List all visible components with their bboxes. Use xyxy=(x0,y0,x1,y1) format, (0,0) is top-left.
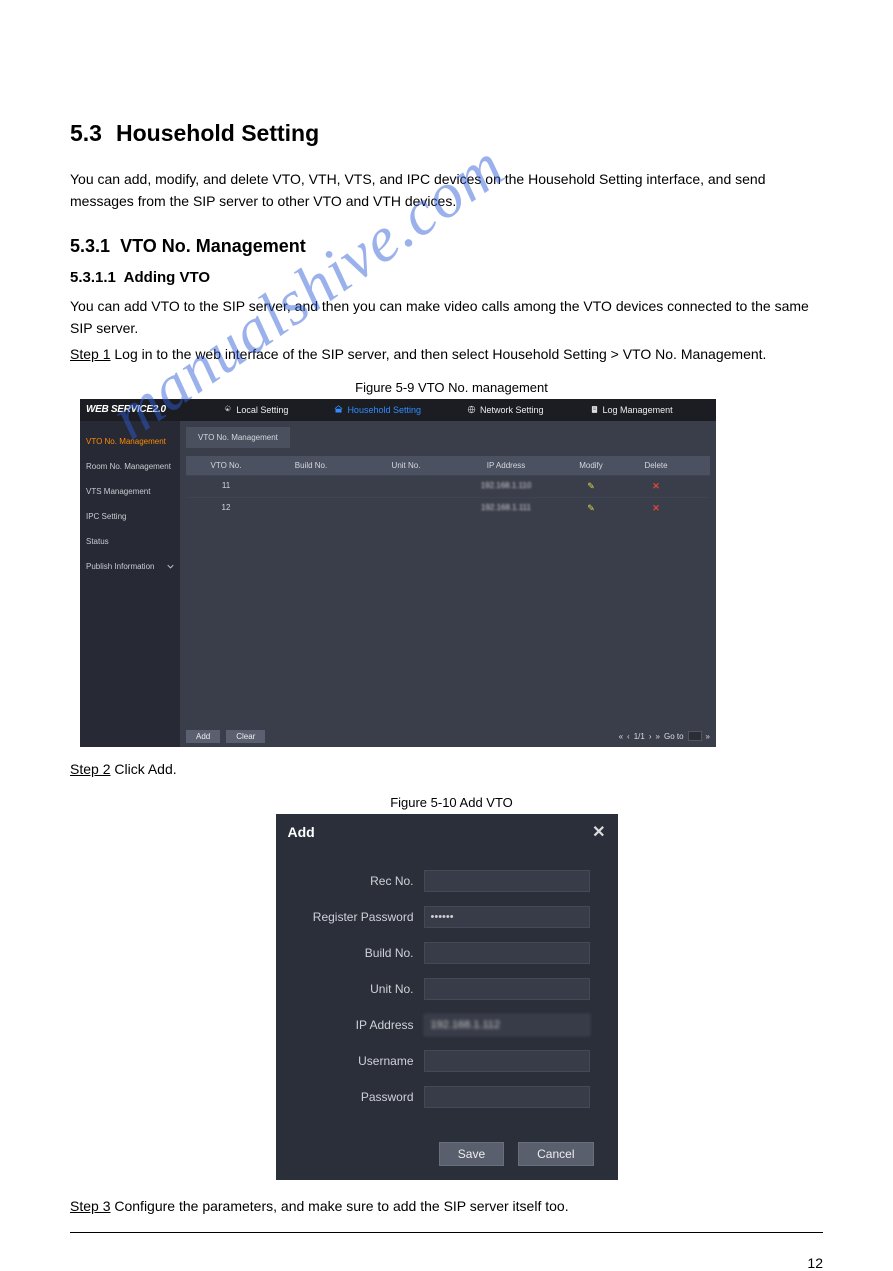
step-3: Step 3 Configure the parameters, and mak… xyxy=(70,1198,823,1214)
input-regpwd[interactable] xyxy=(424,906,590,928)
section-heading: 5.3 Household Setting xyxy=(70,120,823,147)
dialog-buttons: Save Cancel xyxy=(276,1128,618,1166)
section-title: Household Setting xyxy=(116,120,319,146)
step-2-text: Click Add. xyxy=(110,761,176,777)
chevron-down-icon xyxy=(167,563,174,570)
globe-icon xyxy=(467,405,476,414)
pager: « ‹ 1/1 › » Go to » xyxy=(619,731,710,741)
cell-vtono: 11 xyxy=(186,481,266,492)
input-unitno[interactable] xyxy=(424,978,590,1000)
label-buildno: Build No. xyxy=(304,946,424,960)
figure-1-caption: Figure 5-9 VTO No. management xyxy=(70,380,823,395)
th-buildno: Build No. xyxy=(266,461,356,470)
th-vtono: VTO No. xyxy=(186,461,266,470)
pager-prev-icon[interactable]: ‹ xyxy=(627,732,630,741)
label-password: Password xyxy=(304,1090,424,1104)
pager-goto-input[interactable] xyxy=(688,731,702,741)
th-modify: Modify xyxy=(556,461,626,470)
input-password[interactable] xyxy=(424,1086,590,1108)
screenshot-vto-management: WEB SERVICE2.0 Local Setting Household S… xyxy=(80,399,716,747)
nav-household-setting[interactable]: Household Setting xyxy=(334,405,421,415)
main-panel: VTO No. Management VTO No. Build No. Uni… xyxy=(180,421,716,747)
step-3-text: Configure the parameters, and make sure … xyxy=(110,1198,568,1214)
subsection-heading: 5.3.1 VTO No. Management xyxy=(70,236,823,257)
pager-next-icon[interactable]: › xyxy=(649,732,652,741)
pager-last-icon[interactable]: » xyxy=(656,732,660,741)
sidebar-item-vtono[interactable]: VTO No. Management xyxy=(80,429,180,454)
edit-icon[interactable]: ✎ xyxy=(587,481,595,491)
th-unitno: Unit No. xyxy=(356,461,456,470)
table-row: 11 192.168.1.110 ✎ ✕ xyxy=(186,475,710,497)
log-icon xyxy=(590,405,599,414)
pager-goto: Go to xyxy=(664,732,684,741)
section-intro: You can add, modify, and delete VTO, VTH… xyxy=(70,169,823,212)
close-icon[interactable]: ✕ xyxy=(592,822,605,842)
label-recno: Rec No. xyxy=(304,874,424,888)
label-regpwd: Register Password xyxy=(304,910,424,924)
nav-network-setting[interactable]: Network Setting xyxy=(467,405,544,415)
step-1-text: Log in to the web interface of the SIP s… xyxy=(110,346,766,362)
step-2-lead: Step 2 xyxy=(70,761,110,777)
delete-icon[interactable]: ✕ xyxy=(652,481,660,491)
table-row: 12 192.168.1.111 ✎ ✕ xyxy=(186,497,710,519)
cell-vtono: 12 xyxy=(186,503,266,514)
household-icon xyxy=(334,405,343,414)
cell-ip: 192.168.1.110 xyxy=(456,481,556,492)
delete-icon[interactable]: ✕ xyxy=(652,503,660,513)
dialog-title: Add xyxy=(288,824,315,840)
pager-label: 1/1 xyxy=(634,732,645,741)
sidebar-item-vts[interactable]: VTS Management xyxy=(80,479,180,504)
ss1-topbar: WEB SERVICE2.0 Local Setting Household S… xyxy=(80,399,716,421)
section-number: 5.3 xyxy=(70,120,102,146)
step-2: Step 2 Click Add. xyxy=(70,761,823,777)
input-ip[interactable] xyxy=(424,1014,590,1036)
page-divider xyxy=(70,1232,823,1233)
subsection-number: 5.3.1 xyxy=(70,236,110,256)
table-footer: Add Clear « ‹ 1/1 › » Go to » xyxy=(180,726,716,747)
sidebar-item-status[interactable]: Status xyxy=(80,529,180,554)
nav-log-management[interactable]: Log Management xyxy=(590,405,673,415)
app-brand: WEB SERVICE2.0 xyxy=(86,404,186,415)
save-button[interactable]: Save xyxy=(439,1142,504,1166)
edit-icon[interactable]: ✎ xyxy=(587,503,595,513)
label-unitno: Unit No. xyxy=(304,982,424,996)
input-username[interactable] xyxy=(424,1050,590,1072)
clear-button[interactable]: Clear xyxy=(226,730,265,743)
pager-first-icon[interactable]: « xyxy=(619,732,623,741)
dialog-titlebar: Add ✕ xyxy=(276,814,618,850)
step-1: Step 1 Log in to the web interface of th… xyxy=(70,346,823,362)
vto-table: VTO No. Build No. Unit No. IP Address Mo… xyxy=(186,456,710,519)
page-number: 12 xyxy=(0,1253,893,1271)
dialog-form: Rec No. Register Password Build No. Unit… xyxy=(276,850,618,1128)
nav-local-setting[interactable]: Local Setting xyxy=(223,405,288,415)
step-1-lead: Step 1 xyxy=(70,346,110,362)
table-header: VTO No. Build No. Unit No. IP Address Mo… xyxy=(186,456,710,475)
cell-ip: 192.168.1.111 xyxy=(456,503,556,514)
th-delete: Delete xyxy=(626,461,686,470)
input-recno[interactable] xyxy=(424,870,590,892)
subsub-intro: You can add VTO to the SIP server, and t… xyxy=(70,296,823,339)
sidebar-item-ipc[interactable]: IPC Setting xyxy=(80,504,180,529)
th-ip: IP Address xyxy=(456,461,556,470)
input-buildno[interactable] xyxy=(424,942,590,964)
label-ip: IP Address xyxy=(304,1018,424,1032)
screenshot-add-dialog: Add ✕ Rec No. Register Password Build No… xyxy=(276,814,618,1180)
top-nav: Local Setting Household Setting Network … xyxy=(186,405,710,415)
sidebar-item-publish[interactable]: Publish Information xyxy=(80,554,180,579)
add-button[interactable]: Add xyxy=(186,730,220,743)
pager-go-icon[interactable]: » xyxy=(706,732,710,741)
subsection-title: VTO No. Management xyxy=(120,236,306,256)
label-username: Username xyxy=(304,1054,424,1068)
sidebar-item-roomno[interactable]: Room No. Management xyxy=(80,454,180,479)
figure-2-caption: Figure 5-10 Add VTO xyxy=(70,795,823,810)
subsub-title: Adding VTO xyxy=(124,269,210,286)
active-tab[interactable]: VTO No. Management xyxy=(186,427,290,448)
step-3-lead: Step 3 xyxy=(70,1198,110,1214)
cancel-button[interactable]: Cancel xyxy=(518,1142,593,1166)
gear-icon xyxy=(223,405,232,414)
subsub-number: 5.3.1.1 xyxy=(70,269,116,286)
sidebar: VTO No. Management Room No. Management V… xyxy=(80,421,180,747)
subsub-heading: 5.3.1.1 Adding VTO xyxy=(70,269,823,286)
